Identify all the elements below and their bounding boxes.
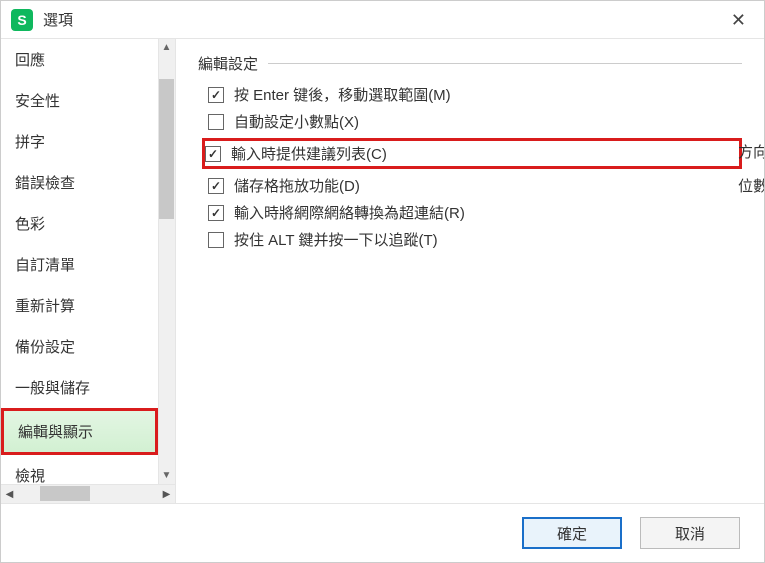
sidebar-hscrollbar[interactable]: ◀ ▶ — [1, 484, 175, 503]
scroll-right-icon[interactable]: ▶ — [158, 489, 175, 500]
option-label-1: 自動設定小數點(X) — [234, 111, 359, 132]
option-checkbox-4[interactable] — [208, 205, 224, 221]
option-label-0: 按 Enter 键後，移動選取範圍(M) — [234, 84, 451, 105]
ok-button[interactable]: 確定 — [522, 517, 622, 549]
option-row-4: 輸入時將網際網絡轉換為超連結(R) — [208, 202, 742, 223]
dialog-body: 回應安全性拼字錯誤檢查色彩自訂清單重新計算備份設定一般與儲存編輯與顯示檢視 ▲ … — [1, 39, 764, 504]
option-row-1: 自動設定小數點(X) — [208, 111, 742, 132]
option-checkbox-3[interactable] — [208, 178, 224, 194]
sidebar-item-8[interactable]: 拼字 — [1, 121, 158, 162]
sidebar-vscrollbar[interactable]: ▲ ▼ — [158, 39, 175, 484]
sidebar-item-7[interactable]: 錯誤檢查 — [1, 162, 158, 203]
option-row-5: 按住 ALT 鍵并按一下以追蹤(T) — [208, 229, 742, 250]
sidebar-item-10[interactable]: 回應 — [1, 39, 158, 80]
sidebar-list: 回應安全性拼字錯誤檢查色彩自訂清單重新計算備份設定一般與儲存編輯與顯示檢視 ▲ … — [1, 39, 175, 484]
option-label-2: 輸入時提供建議列表(C) — [231, 143, 387, 164]
sidebar-item-6[interactable]: 色彩 — [1, 203, 158, 244]
sidebar-item-1[interactable]: 編輯與顯示 — [1, 408, 158, 455]
option-checkbox-5[interactable] — [208, 232, 224, 248]
sidebar-item-2[interactable]: 一般與儲存 — [1, 367, 158, 408]
scroll-up-icon[interactable]: ▲ — [158, 39, 175, 56]
content-panel: 編輯設定 按 Enter 键後，移動選取範圍(M) 自動設定小數點(X) 輸入時提供… — [176, 39, 764, 503]
sidebar-item-0[interactable]: 檢視 — [1, 455, 158, 484]
sidebar-item-4[interactable]: 重新計算 — [1, 285, 158, 326]
right-column: 方向(I): 下 ▼ 位數(P): 2 ▲ ▼ — [738, 139, 764, 197]
titlebar: S 選項 ✕ — [1, 1, 764, 39]
group-header: 編輯設定 — [198, 53, 742, 74]
window-title: 選項 — [43, 9, 723, 30]
option-checkbox-1[interactable] — [208, 114, 224, 130]
option-row-2: 輸入時提供建議列表(C) — [202, 138, 742, 169]
sidebar-item-3[interactable]: 備份設定 — [1, 326, 158, 367]
sidebar-panel: 回應安全性拼字錯誤檢查色彩自訂清單重新計算備份設定一般與儲存編輯與顯示檢視 ▲ … — [1, 39, 176, 503]
option-checkbox-2[interactable] — [205, 146, 221, 162]
scroll-down-icon[interactable]: ▼ — [158, 467, 175, 484]
option-label-4: 輸入時將網際網絡轉換為超連結(R) — [234, 202, 465, 223]
option-label-5: 按住 ALT 鍵并按一下以追蹤(T) — [234, 229, 438, 250]
digits-label: 位數(P): — [738, 175, 764, 196]
app-icon: S — [11, 9, 33, 31]
close-icon[interactable]: ✕ — [723, 9, 754, 31]
sidebar-hscroll-track[interactable] — [18, 485, 158, 503]
sidebar-hscroll-thumb[interactable] — [40, 486, 90, 501]
option-row-0: 按 Enter 键後，移動選取範圍(M) — [208, 84, 742, 105]
option-label-3: 儲存格拖放功能(D) — [234, 175, 360, 196]
options-dialog: S 選項 ✕ 回應安全性拼字錯誤檢查色彩自訂清單重新計算備份設定一般與儲存編輯與… — [0, 0, 765, 563]
group-title: 編輯設定 — [198, 53, 258, 74]
cancel-button[interactable]: 取消 — [640, 517, 740, 549]
scroll-left-icon[interactable]: ◀ — [1, 489, 18, 500]
sidebar-vscroll-thumb[interactable] — [159, 79, 174, 219]
direction-label: 方向(I): — [738, 141, 764, 162]
sidebar-item-9[interactable]: 安全性 — [1, 80, 158, 121]
option-row-3: 儲存格拖放功能(D) — [208, 175, 742, 196]
group-divider — [268, 63, 742, 64]
option-checkbox-0[interactable] — [208, 87, 224, 103]
dialog-footer: 確定 取消 — [1, 504, 764, 562]
sidebar-item-5[interactable]: 自訂清單 — [1, 244, 158, 285]
